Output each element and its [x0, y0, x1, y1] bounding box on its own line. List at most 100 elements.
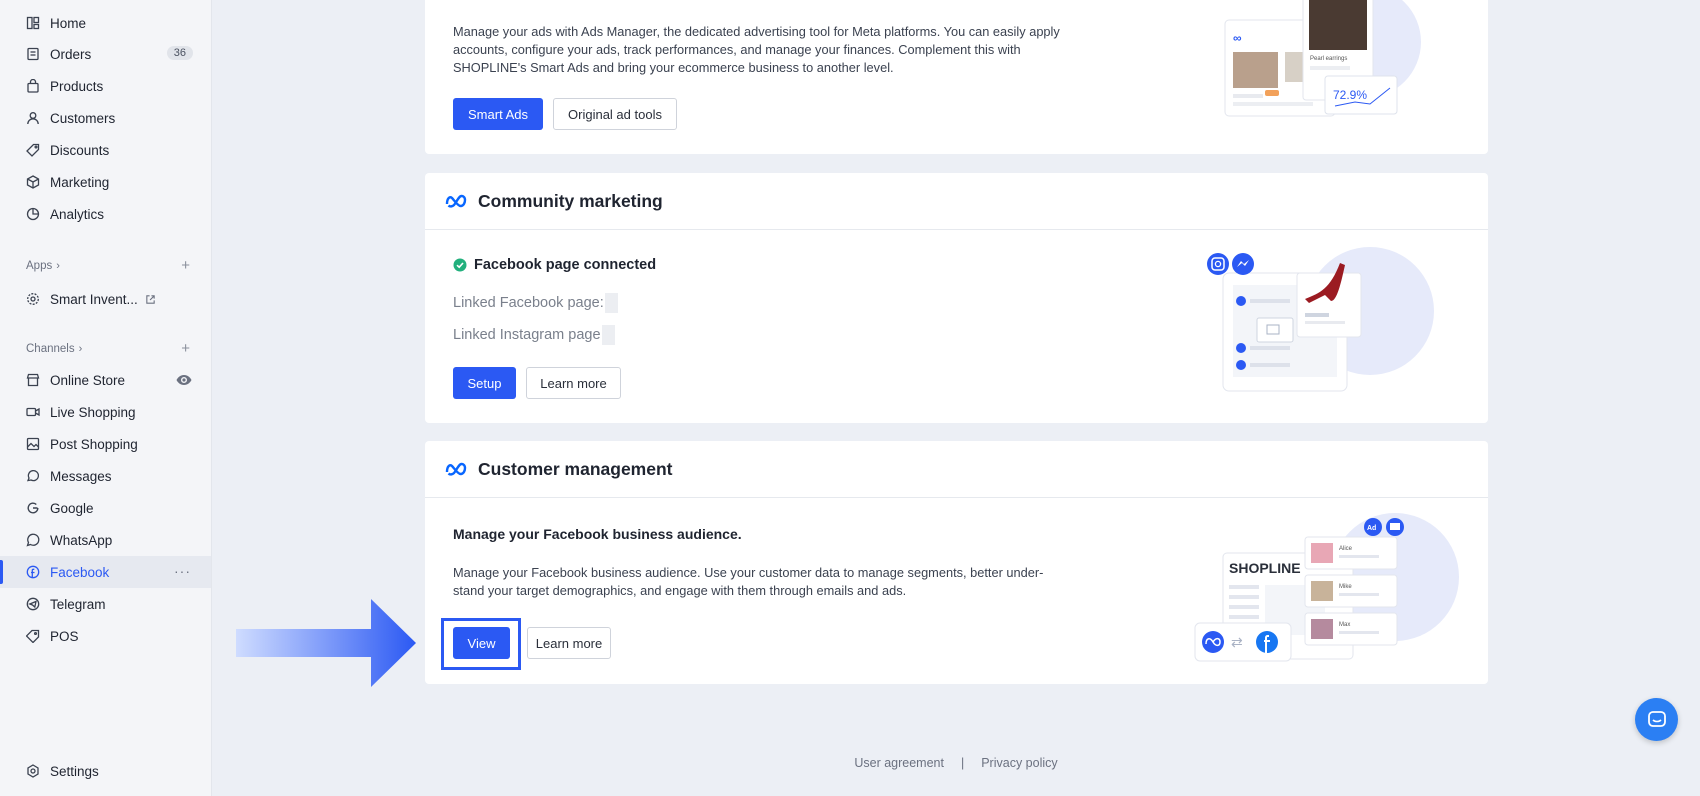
sidebar-item-home[interactable]: Home — [0, 7, 211, 39]
linked-instagram-label: Linked Instagram page — [453, 326, 601, 343]
sidebar-item-online-store[interactable]: Online Store — [0, 364, 211, 396]
sidebar-item-label: Orders — [50, 46, 92, 62]
sidebar-item-post-shopping[interactable]: Post Shopping — [0, 428, 211, 460]
pos-icon — [26, 629, 40, 643]
sidebar-item-label: Google — [50, 500, 94, 516]
sidebar-item-label: Discounts — [50, 142, 110, 158]
chevron-right-icon: › — [78, 343, 83, 355]
sidebar-item-label: Analytics — [50, 206, 105, 222]
gear-icon — [26, 292, 40, 306]
user-agreement-link[interactable]: User agreement — [854, 756, 944, 770]
telegram-icon — [26, 597, 40, 611]
ads-manager-description: Manage your ads with Ads Manager, the de… — [453, 24, 1060, 75]
contact-name: Alice — [1339, 546, 1353, 552]
stat-value: 72.9% — [1333, 88, 1367, 102]
contact-name: Mike — [1339, 584, 1352, 590]
bag-icon — [26, 79, 40, 93]
sidebar: Home Orders 36 Products Customers Discou… — [0, 0, 212, 796]
status-text: Facebook page connected — [474, 257, 657, 273]
channels-section-heading[interactable]: Channels › — [26, 343, 82, 355]
sidebar-item-facebook[interactable]: Facebook ··· — [0, 556, 211, 588]
sidebar-item-products[interactable]: Products — [0, 70, 211, 102]
sidebar-item-label: Customers — [50, 110, 116, 126]
community-marketing-header: Community marketing — [425, 173, 1488, 230]
original-ad-tools-button[interactable]: Original ad tools — [553, 98, 677, 130]
person-icon — [26, 111, 40, 125]
connection-status: Facebook page connected — [453, 257, 656, 273]
sidebar-item-label: Facebook — [50, 564, 110, 580]
meta-logo-icon — [445, 194, 467, 208]
store-icon — [26, 373, 40, 387]
eye-icon[interactable] — [176, 373, 192, 387]
linked-instagram-page: Linked Instagram page — [453, 325, 615, 345]
footer-separator: | — [960, 756, 965, 770]
sidebar-item-smart-inventory[interactable]: Smart Invent... — [0, 283, 211, 315]
community-marketing-card: Community marketing Facebook page connec… — [425, 173, 1488, 423]
sidebar-item-label: Smart Invent... — [50, 291, 138, 307]
sidebar-item-label: Home — [50, 15, 87, 31]
sidebar-item-live-shopping[interactable]: Live Shopping — [0, 396, 211, 428]
sidebar-item-label: Products — [50, 78, 104, 94]
customer-management-header: Customer management — [425, 441, 1488, 498]
add-channel-icon[interactable]: + — [181, 340, 190, 357]
setup-button[interactable]: Setup — [453, 367, 516, 399]
annotation-arrow — [236, 599, 416, 687]
add-app-icon[interactable]: + — [181, 257, 190, 274]
learn-more-button[interactable]: Learn more — [527, 627, 611, 659]
smart-ads-button[interactable]: Smart Ads — [453, 98, 543, 130]
customer-illustration: SHOPLINE Alice Mike Max Ad ⇄ — [1194, 513, 1459, 662]
sidebar-item-whatsapp[interactable]: WhatsApp — [0, 524, 211, 556]
sidebar-item-label: Online Store — [50, 372, 126, 388]
sync-icon: ⇄ — [1231, 634, 1243, 650]
home-icon — [26, 16, 40, 30]
orders-count-badge: 36 — [166, 46, 193, 60]
chat-launcher-button[interactable] — [1635, 698, 1678, 741]
sidebar-item-pos[interactable]: POS — [0, 620, 211, 652]
customer-management-heading: Manage your Facebook business audience. — [453, 526, 742, 542]
linked-facebook-label: Linked Facebook page: — [453, 294, 604, 311]
facebook-icon — [26, 565, 40, 579]
sidebar-item-customers[interactable]: Customers — [0, 102, 211, 134]
sidebar-item-orders[interactable]: Orders 36 — [0, 38, 211, 70]
apps-section-heading[interactable]: Apps › — [26, 260, 60, 272]
camera-icon — [26, 405, 40, 419]
orders-icon — [26, 47, 40, 61]
redacted-value — [604, 293, 618, 313]
view-button-highlight — [441, 618, 521, 670]
community-illustration — [1207, 247, 1434, 392]
google-icon — [26, 501, 40, 515]
image-icon — [26, 437, 40, 451]
sidebar-item-marketing[interactable]: Marketing — [0, 166, 211, 198]
learn-more-button[interactable]: Learn more — [526, 367, 621, 399]
meta-logo-icon — [445, 462, 467, 476]
sidebar-item-label: POS — [50, 628, 79, 644]
ads-manager-card: Manage your ads with Ads Manager, the de… — [425, 0, 1488, 154]
linked-facebook-page: Linked Facebook page: — [453, 293, 618, 313]
sidebar-item-label: Post Shopping — [50, 436, 138, 452]
meta-logo-icon: ∞ — [1233, 31, 1242, 45]
privacy-policy-link[interactable]: Privacy policy — [981, 756, 1057, 770]
contact-name: Max — [1339, 622, 1350, 628]
sidebar-item-discounts[interactable]: Discounts — [0, 134, 211, 166]
check-circle-icon — [453, 258, 467, 272]
sidebar-item-label: Marketing — [50, 174, 110, 190]
chat-icon — [26, 469, 40, 483]
ads-illustration: ∞ Pearl earrings 72.9% — [1224, 0, 1421, 117]
customer-management-description: Manage your Facebook business audience. … — [453, 565, 1044, 598]
ad-badge-text: Ad — [1367, 525, 1376, 532]
cube-icon — [26, 175, 40, 189]
external-link-icon — [146, 294, 155, 304]
sidebar-item-label: Messages — [50, 468, 112, 484]
apps-heading-label: Apps — [26, 260, 53, 272]
sidebar-item-messages[interactable]: Messages — [0, 460, 211, 492]
whatsapp-icon — [26, 533, 40, 547]
more-options-icon[interactable]: ··· — [174, 563, 191, 579]
sidebar-item-google[interactable]: Google — [0, 492, 211, 524]
card-title: Community marketing — [478, 190, 663, 211]
sidebar-item-label: WhatsApp — [50, 532, 113, 548]
sidebar-item-telegram[interactable]: Telegram — [0, 588, 211, 620]
brand-logo-text: SHOPLINE — [1229, 560, 1301, 576]
sidebar-item-analytics[interactable]: Analytics — [0, 198, 211, 230]
product-caption: Pearl earrings — [1310, 56, 1347, 62]
redacted-value — [601, 325, 615, 345]
